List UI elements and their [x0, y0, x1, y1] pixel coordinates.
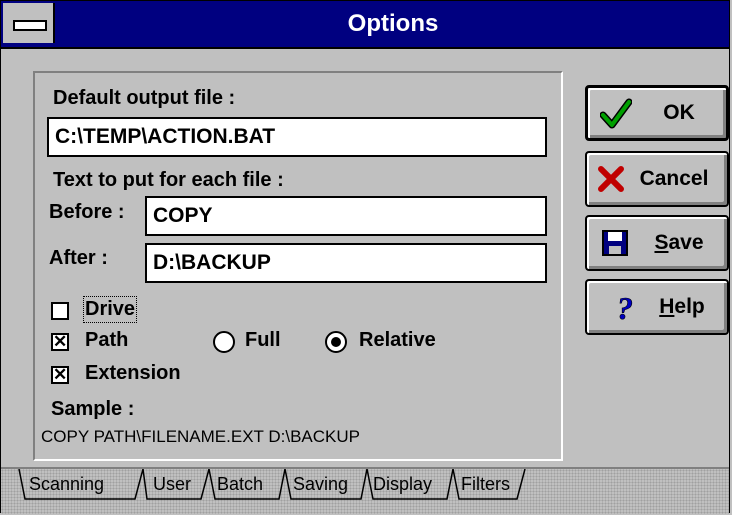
drive-checkbox[interactable]	[51, 302, 69, 320]
sample-value: COPY PATH\FILENAME.EXT D:\BACKUP	[41, 427, 360, 446]
path-checkbox[interactable]: ✕	[51, 333, 69, 351]
full-label[interactable]: Full	[245, 329, 281, 352]
system-menu-icon	[13, 20, 47, 31]
full-radio[interactable]	[213, 331, 235, 353]
save-label: Save	[654, 231, 704, 254]
after-field[interactable]: D:\BACKUP	[145, 243, 547, 283]
radio-selected-dot	[331, 337, 341, 347]
system-menu-button[interactable]	[3, 3, 55, 43]
tab-batch[interactable]: Batch	[213, 469, 267, 503]
options-dialog: Options Default output file : C:\TEMP\AC…	[0, 0, 730, 514]
help-label: Help	[659, 295, 705, 318]
after-label: After :	[49, 247, 108, 269]
extension-checkbox[interactable]: ✕	[51, 366, 69, 384]
drive-label[interactable]: Drive	[82, 296, 138, 323]
sample-label: Sample :	[51, 398, 135, 420]
svg-text:?: ?	[617, 291, 633, 323]
save-button[interactable]: Save	[585, 215, 729, 271]
x-icon	[598, 166, 624, 192]
text-each-file-label: Text to put for each file :	[53, 169, 284, 191]
checkmark-icon	[600, 98, 632, 129]
extension-label[interactable]: Extension	[85, 362, 181, 385]
default-output-field[interactable]: C:\TEMP\ACTION.BAT	[47, 117, 547, 157]
cancel-button[interactable]: Cancel	[585, 151, 729, 207]
help-button[interactable]: ? Help	[585, 279, 729, 335]
tab-strip: Scanning User Batch Saving Display Filte…	[1, 467, 729, 514]
window-title: Options	[347, 10, 439, 37]
question-mark-icon: ?	[617, 291, 634, 323]
ok-button[interactable]: OK	[585, 85, 729, 141]
tab-filters[interactable]: Filters	[457, 469, 514, 503]
before-field[interactable]: COPY	[145, 196, 547, 236]
tab-scanning[interactable]: Scanning	[25, 469, 108, 503]
cancel-label: Cancel	[639, 167, 709, 190]
ok-label: OK	[663, 101, 695, 124]
tab-display[interactable]: Display	[369, 469, 436, 503]
tab-user[interactable]: User	[149, 469, 195, 503]
relative-label[interactable]: Relative	[359, 329, 436, 352]
floppy-disk-icon	[602, 230, 628, 256]
path-label[interactable]: Path	[85, 329, 128, 352]
default-output-label: Default output file :	[53, 87, 236, 109]
title-bar: Options	[1, 1, 729, 49]
before-label: Before :	[49, 201, 125, 223]
tab-saving[interactable]: Saving	[289, 469, 352, 503]
relative-radio[interactable]	[325, 331, 347, 353]
